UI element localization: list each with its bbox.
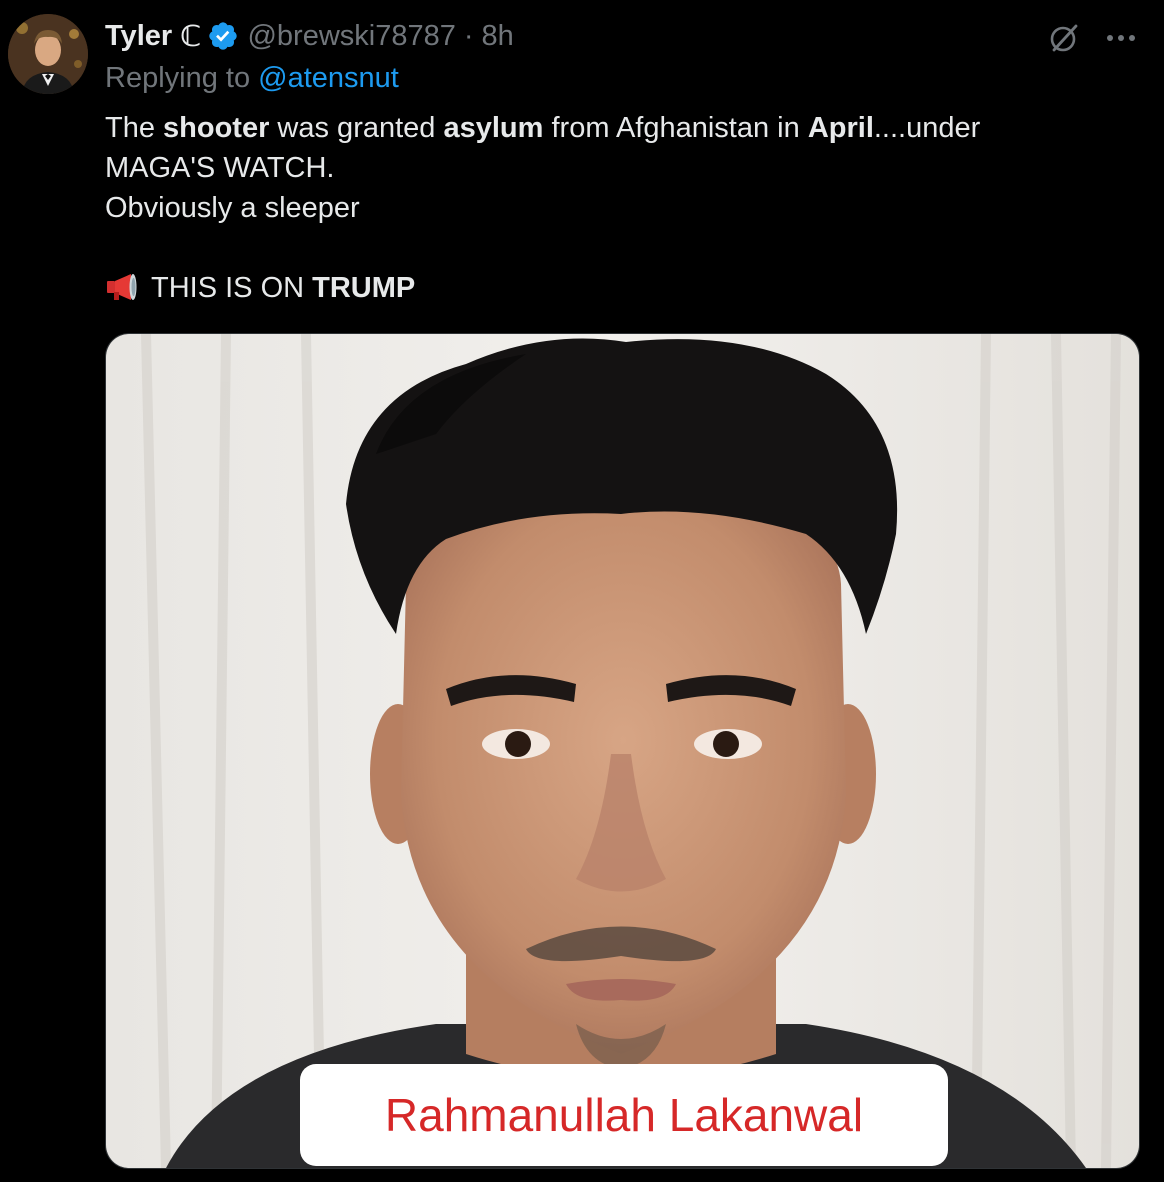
display-name[interactable]: Tyler <box>105 20 172 53</box>
avatar-image <box>8 14 88 94</box>
text-span: from Afghanistan in <box>543 112 808 144</box>
tweet-header: Tyler ℂ @brewski78787 · 8h <box>105 16 514 56</box>
text-span: was granted <box>269 112 444 144</box>
replying-to-handle[interactable]: @atensnut <box>258 62 399 94</box>
text-span: The <box>105 112 164 144</box>
text-bold: shooter <box>163 112 270 144</box>
text-bold: TRUMP <box>312 272 416 304</box>
tweet-text-line-4: THIS IS ON TRUMP <box>105 268 1145 308</box>
replying-to-label: Replying to <box>105 62 251 94</box>
tweet-text: The shooter was granted asylum from Afgh… <box>105 108 1145 308</box>
text-bold: asylum <box>443 112 544 144</box>
name-badge: ℂ <box>180 20 202 53</box>
tweet-text-line-3: Obviously a sleeper <box>105 192 360 224</box>
megaphone-icon <box>107 274 137 300</box>
replying-to: Replying to @atensnut <box>105 62 399 95</box>
tweet-text-line-2: MAGA'S WATCH. <box>105 152 335 184</box>
more-icon[interactable] <box>1102 24 1140 52</box>
tweet[interactable]: Tyler ℂ @brewski78787 · 8h Replying to @… <box>0 0 1164 1182</box>
handle[interactable]: @brewski78787 <box>247 20 455 53</box>
verified-badge-icon[interactable] <box>207 20 239 52</box>
tweet-text-line-1: The shooter was granted asylum from Afgh… <box>105 108 1145 148</box>
avatar[interactable] <box>8 14 88 94</box>
timestamp[interactable]: 8h <box>482 20 514 53</box>
grok-icon[interactable] <box>1046 20 1082 56</box>
tweet-media[interactable]: Rahmanullah Lakanwal <box>105 333 1140 1169</box>
text-bold: April <box>807 112 874 144</box>
text-span: THIS IS ON <box>151 272 313 304</box>
text-span: ....under <box>873 112 981 144</box>
media-photo <box>106 334 1139 1168</box>
media-caption: Rahmanullah Lakanwal <box>300 1064 948 1166</box>
separator: · <box>463 19 474 52</box>
